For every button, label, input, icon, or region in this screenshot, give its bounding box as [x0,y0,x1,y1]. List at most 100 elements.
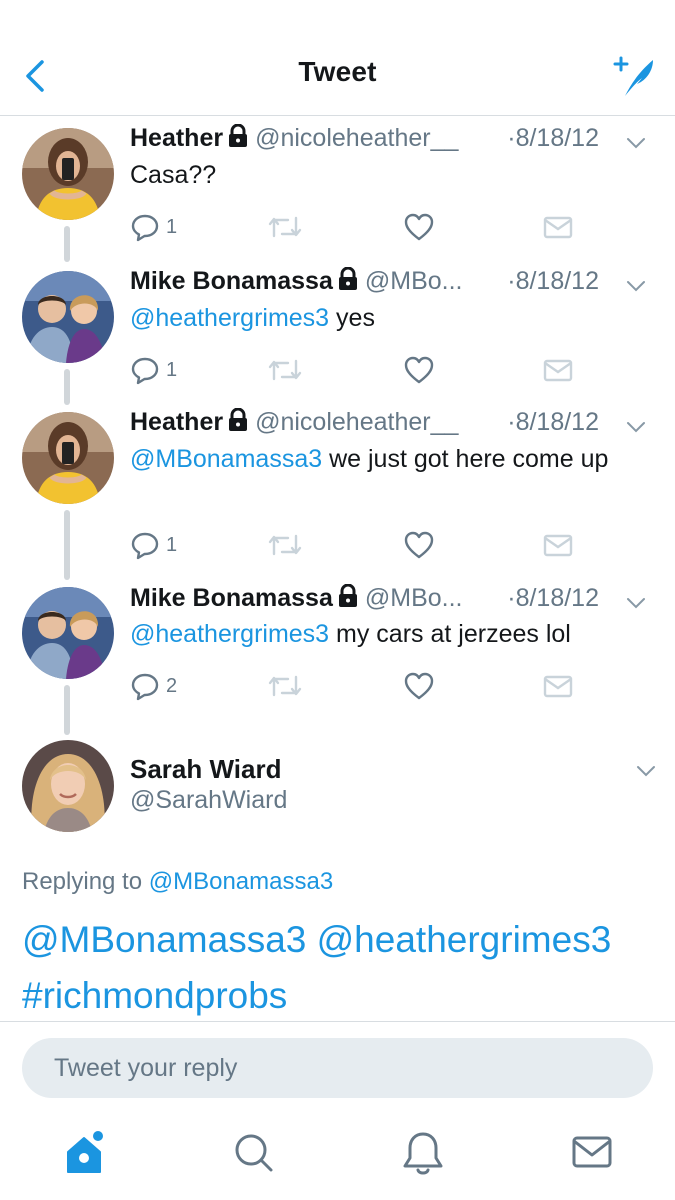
reply-icon [131,214,159,242]
reply-button[interactable]: 1 [130,353,177,387]
tab-notifications[interactable] [401,1130,445,1176]
replying-to-label: Replying to [22,868,149,895]
reply-count: 1 [166,215,178,238]
author-handle[interactable]: @MBo... [365,584,463,612]
tweet-header: Mike Bonamassa @MBo... ·8/18/12 [130,267,655,301]
direct-message-button[interactable] [543,210,573,244]
tweet-actions: 1 [130,210,590,244]
notifications-icon [403,1132,443,1175]
author-handle[interactable]: @SarahWiard [130,786,287,815]
tweet-date: ·8/18/12 [503,267,599,296]
reply-count: 1 [166,533,178,556]
tweet-header: Mike Bonamassa @MBo... ·8/18/12 [130,584,655,618]
avatar[interactable] [22,271,114,363]
chevron-down-icon[interactable] [625,416,647,438]
envelope-icon [543,216,573,239]
retweet-icon [268,534,302,556]
mention-link[interactable]: @MBonamassa3 [130,445,322,473]
like-button[interactable] [404,210,434,244]
retweet-button[interactable] [268,669,302,703]
reply-count: 2 [166,674,178,697]
author-name[interactable]: Heather [130,408,223,436]
retweet-button[interactable] [268,210,302,244]
tweet-text-body: my cars at jerzees lol [329,620,571,648]
avatar[interactable] [22,128,114,220]
tweet-text-body: we just got here come up [322,445,609,473]
avatar[interactable] [22,412,114,504]
tweet-text-body: yes [329,304,375,332]
tab-bar [0,1130,675,1190]
tweet-text-body: Casa?? [130,161,217,189]
thread-connector [64,369,70,405]
thread-connector [64,510,70,580]
chevron-down-icon[interactable] [635,760,657,782]
tab-search[interactable] [232,1130,276,1176]
compose-feather-icon [613,56,653,96]
reply-count: 1 [166,358,178,381]
heart-icon [404,672,434,700]
retweet-button[interactable] [268,528,302,562]
main-tweet-text[interactable]: @MBonamassa3 @heathergrimes3 #richmondpr… [22,912,655,1024]
tweet-date: ·8/18/12 [503,584,599,613]
retweet-button[interactable] [268,353,302,387]
reply-icon [131,532,159,560]
mention-link[interactable]: @heathergrimes3 [130,620,329,648]
avatar[interactable] [22,587,114,679]
author-name[interactable]: Heather [130,124,223,152]
tweet-header: Heather @nicoleheather__ ·8/18/12 [130,124,655,158]
lock-icon [338,584,357,607]
chevron-down-icon[interactable] [625,275,647,297]
chevron-down-icon[interactable] [625,132,647,154]
chevron-down-icon[interactable] [625,592,647,614]
messages-icon [572,1136,612,1168]
like-button[interactable] [404,669,434,703]
heart-icon [404,356,434,384]
lock-icon [229,124,248,147]
retweet-icon [268,216,302,238]
like-button[interactable] [404,528,434,562]
reply-input[interactable]: Tweet your reply [22,1038,653,1098]
author-handle[interactable]: @nicoleheather__ [255,124,458,152]
tweet-date: ·8/18/12 [503,124,599,153]
reply-button[interactable]: 1 [130,528,177,562]
reply-icon [131,357,159,385]
tweet-date: ·8/18/12 [503,408,599,437]
author-name[interactable]: Mike Bonamassa [130,267,333,295]
tweet-actions: 1 [130,528,590,562]
tab-messages[interactable] [570,1130,614,1176]
top-bar: Tweet [0,0,675,116]
envelope-icon [543,534,573,557]
tweet-text: @heathergrimes3 my cars at jerzees lol [130,617,655,652]
tab-home[interactable] [64,1130,108,1176]
direct-message-button[interactable] [543,528,573,562]
retweet-icon [268,675,302,697]
compose-tweet-button[interactable] [611,54,657,100]
reply-icon [131,673,159,701]
tweet-text: @heathergrimes3 yes [130,301,655,336]
envelope-icon [543,675,573,698]
search-icon [235,1134,273,1172]
reply-area: Tweet your reply [0,1021,675,1200]
tweet-actions: 2 [130,669,590,703]
reply-placeholder: Tweet your reply [54,1053,238,1082]
author-handle[interactable]: @MBo... [365,267,463,295]
author-name[interactable]: Sarah Wiard [130,754,281,785]
reply-button[interactable]: 2 [130,669,177,703]
lock-icon [338,267,357,290]
replying-to: Replying to @MBonamassa3 [22,868,333,896]
tweet-header: Heather @nicoleheather__ ·8/18/12 [130,408,655,442]
reply-button[interactable]: 1 [130,210,177,244]
direct-message-button[interactable] [543,353,573,387]
avatar[interactable] [22,740,114,832]
retweet-icon [268,359,302,381]
envelope-icon [543,359,573,382]
like-button[interactable] [404,353,434,387]
thread-connector [64,685,70,735]
page-title: Tweet [298,56,377,87]
author-name[interactable]: Mike Bonamassa [130,584,333,612]
replying-to-link[interactable]: @MBonamassa3 [149,868,333,895]
author-handle[interactable]: @nicoleheather__ [255,408,458,436]
direct-message-button[interactable] [543,669,573,703]
tweet-text: @MBonamassa3 we just got here come up [130,442,655,477]
mention-link[interactable]: @heathergrimes3 [130,304,329,332]
